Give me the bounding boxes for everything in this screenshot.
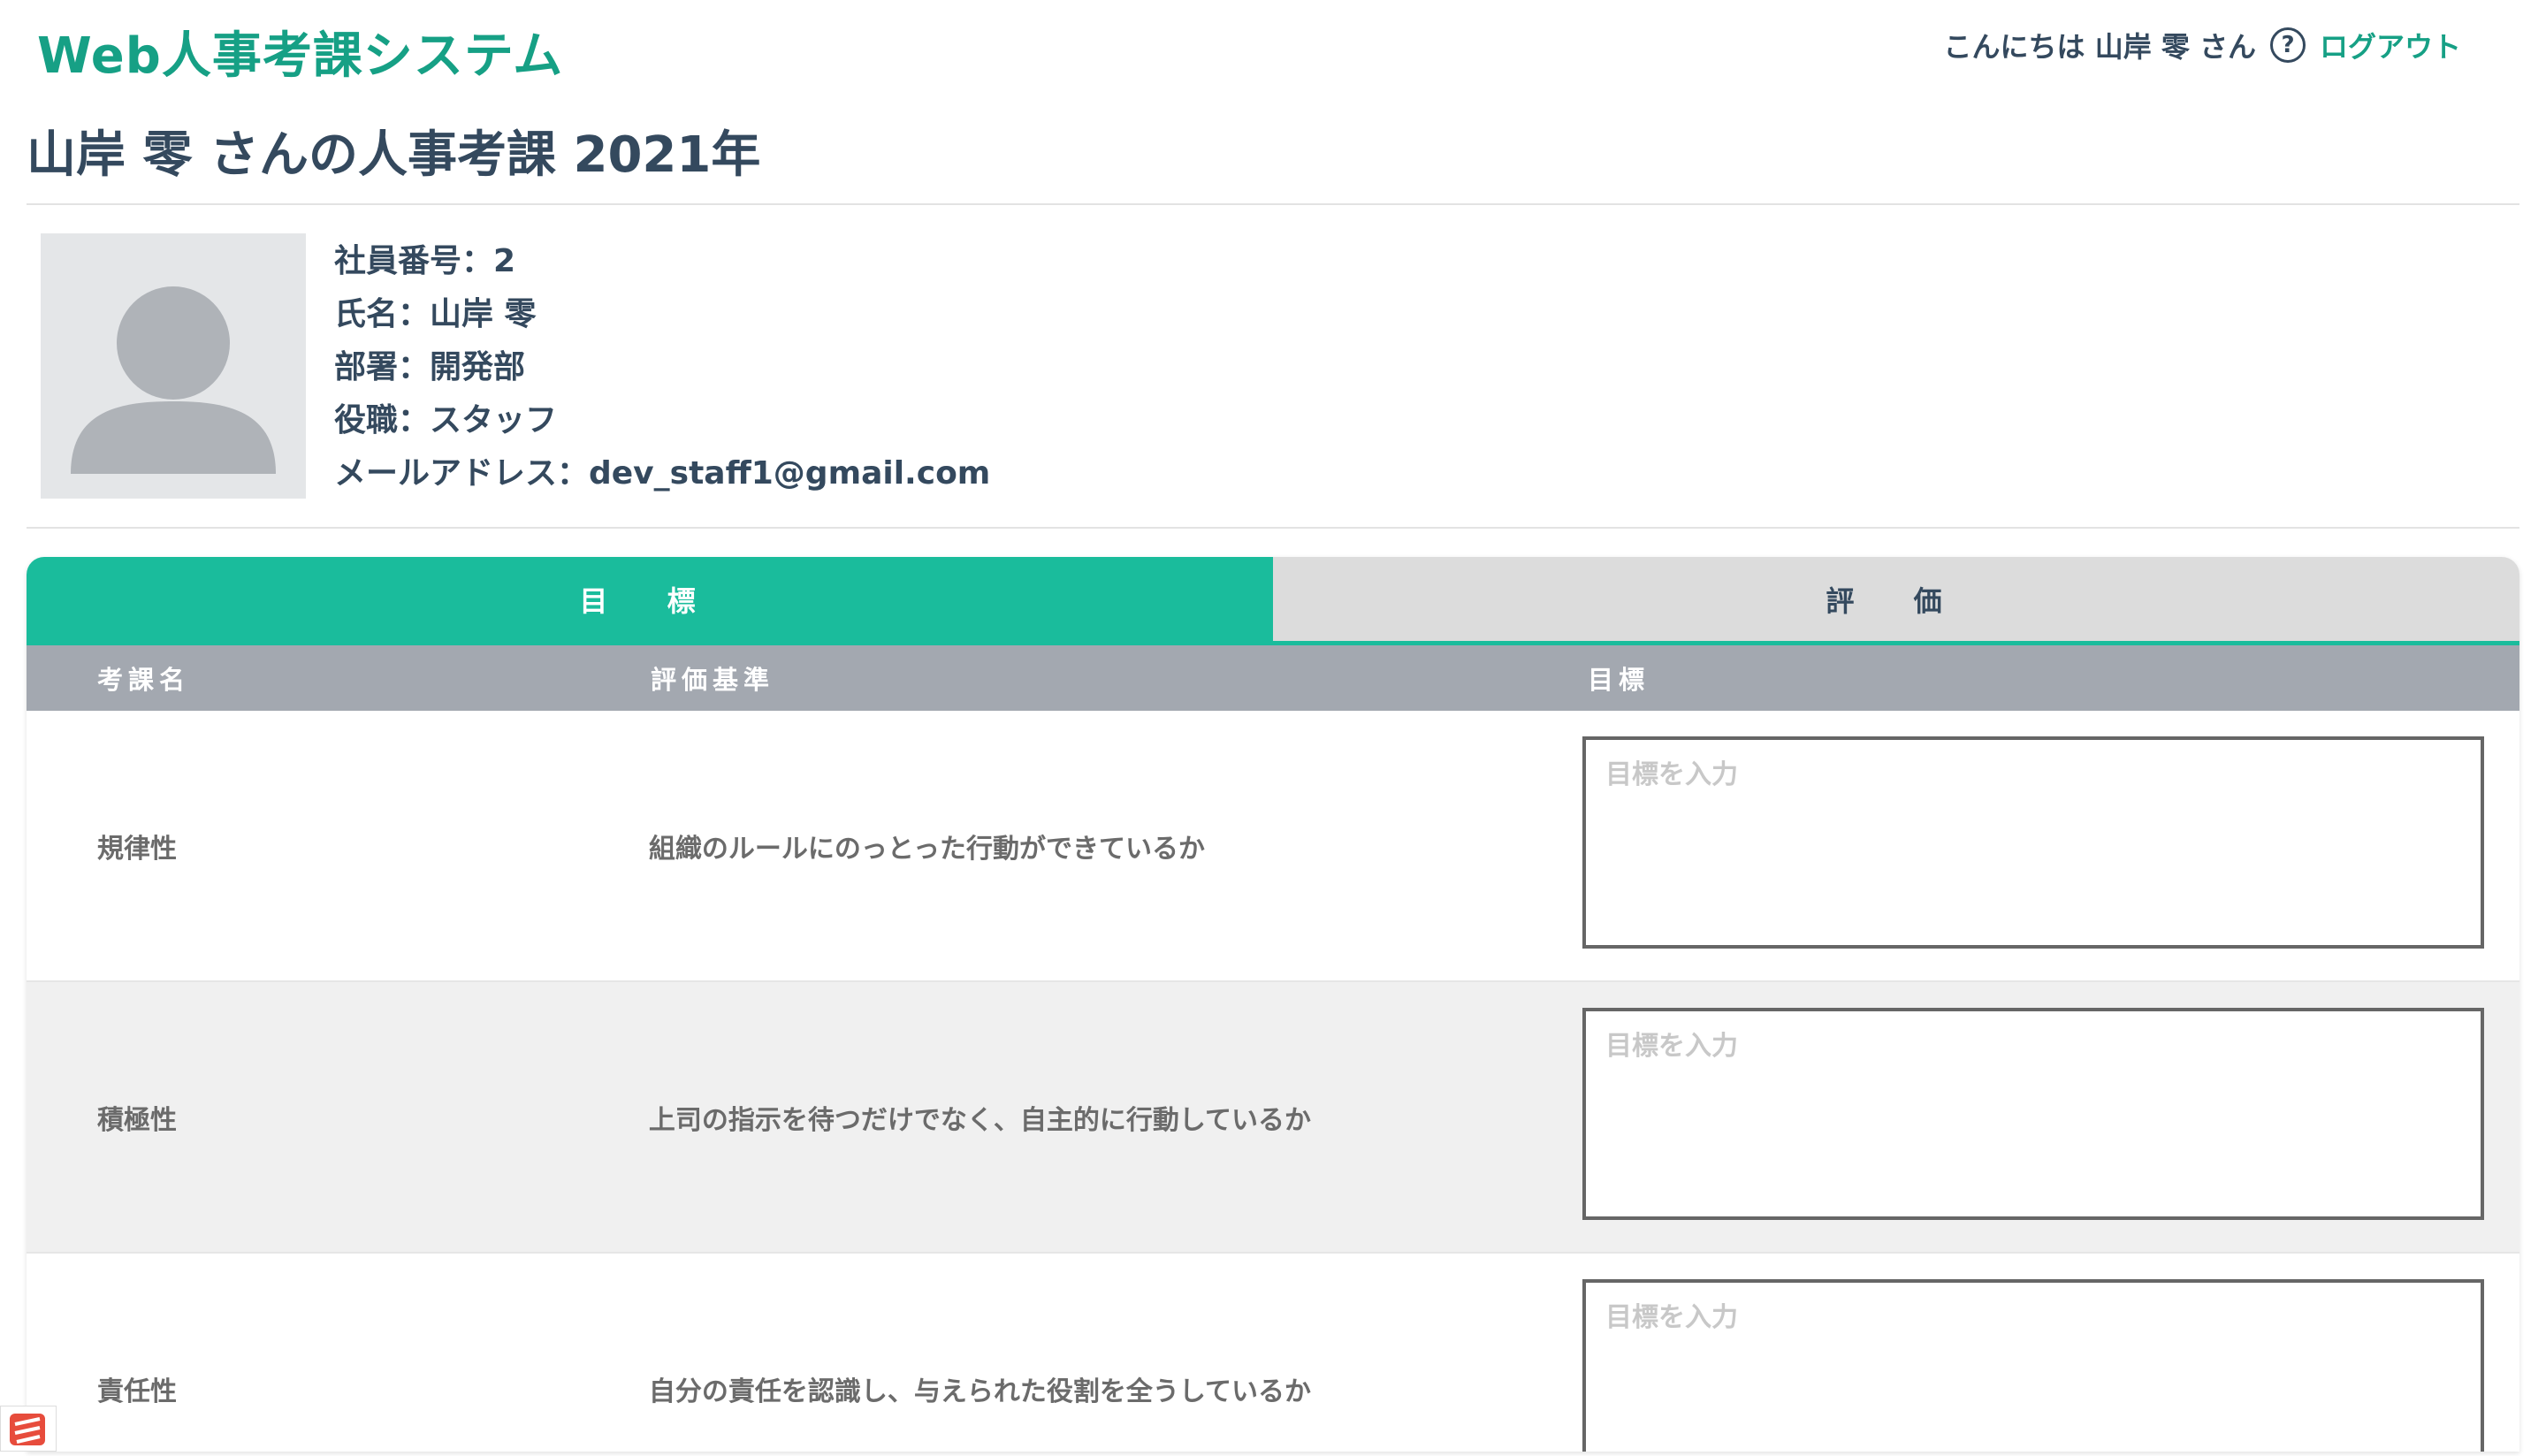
app-title[interactable]: Web人事考課システム xyxy=(37,16,563,88)
divider xyxy=(27,203,2519,205)
row-name: 責任性 xyxy=(97,1376,177,1407)
goal-input[interactable] xyxy=(1582,1007,2484,1220)
goal-input[interactable] xyxy=(1582,736,2484,949)
column-header-name: 考課名 xyxy=(97,665,191,695)
page-title: 山岸 零 さんの人事考課 2021年 xyxy=(27,126,761,184)
row-name: 規律性 xyxy=(97,833,177,865)
row-name: 積極性 xyxy=(97,1104,177,1136)
tab-evaluation[interactable]: 評 価 xyxy=(1273,557,2519,641)
employee-department: 部署：開発部 xyxy=(334,349,526,385)
logout-link[interactable]: ログアウト xyxy=(2320,25,2461,65)
employee-position: 役職：スタッフ xyxy=(334,402,558,438)
avatar xyxy=(41,233,306,499)
profile-info: 社員番号：2 氏名：山岸 零 部署：開発部 役職：スタッフ メールアドレス：de… xyxy=(334,235,990,500)
row-goal-cell xyxy=(1512,1007,2519,1227)
table-header: 考課名 評価基準 目標 xyxy=(27,645,2519,711)
row-goal-cell xyxy=(1512,736,2519,956)
divider xyxy=(27,527,2519,529)
employee-name: 氏名：山岸 零 xyxy=(334,296,537,332)
row-goal-cell xyxy=(1512,1278,2519,1452)
user-area: こんにちは 山岸 零 さん ? ログアウト xyxy=(1944,25,2461,65)
greeting-text: こんにちは 山岸 零 さん xyxy=(1943,30,2256,64)
table-row: 積極性 上司の指示を待つだけでなく、自主的に行動しているか xyxy=(27,982,2519,1254)
goal-input[interactable] xyxy=(1582,1278,2484,1452)
table-row: 規律性 組織のルールにのっとった行動ができているか xyxy=(27,711,2519,982)
corner-badge[interactable] xyxy=(0,1406,57,1452)
user-silhouette-icon xyxy=(71,286,276,474)
table-row: 責任性 自分の責任を認識し、与えられた役割を全うしているか xyxy=(27,1254,2519,1452)
column-header-goal: 目標 xyxy=(1588,665,1650,695)
app-header: Web人事考課システム こんにちは 山岸 零 さん ? ログアウト xyxy=(0,0,2546,97)
row-criteria: 自分の責任を認識し、与えられた役割を全うしているか xyxy=(648,1376,1311,1407)
employee-number: 社員番号：2 xyxy=(334,243,516,279)
app-badge-icon xyxy=(10,1414,45,1445)
column-header-criteria: 評価基準 xyxy=(651,665,775,695)
row-criteria: 上司の指示を待つだけでなく、自主的に行動しているか xyxy=(648,1104,1311,1136)
help-icon[interactable]: ? xyxy=(2269,27,2306,63)
evaluation-panel: 目 標 評 価 考課名 評価基準 目標 規律性 組織のルールにのっとった行動がで… xyxy=(27,557,2519,1452)
employee-email: メールアドレス：dev_staff1@gmail.com xyxy=(334,455,991,492)
tab-bar: 目 標 評 価 xyxy=(27,557,2519,645)
row-criteria: 組織のルールにのっとった行動ができているか xyxy=(648,833,1205,865)
tab-goals[interactable]: 目 標 xyxy=(27,557,1273,641)
